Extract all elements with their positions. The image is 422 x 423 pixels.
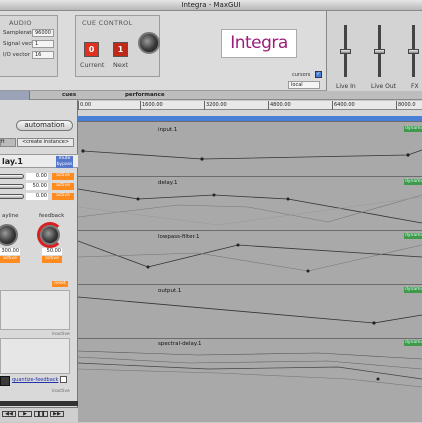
cursors-label: cursors [292,72,311,78]
delaytime-label: ayline [2,213,19,219]
feedback-value[interactable]: 50.00 [42,248,62,255]
current-cue-display[interactable]: 0 [84,42,99,57]
instance-name: lay.1 [2,157,23,166]
ruler-tick: 3200.00 [204,101,227,110]
top-toolbar: AUDIO Samplerate 96000 Signal vector 1 I… [0,11,422,91]
cursors-checkbox[interactable]: ✓ [315,71,322,78]
module-properties-pane: automation ft <create instance> lay.1 mu… [0,100,78,422]
tab-arrange[interactable] [0,91,30,100]
window-title: Integra - MaxGUI [0,0,422,11]
lane-delay[interactable]: delay.1 dynamic [78,176,422,230]
view-tabs: cues performance [0,91,422,100]
instance-header: lay.1 mute bypass [0,154,78,168]
timeline-ruler[interactable]: 0.00 1600.00 3200.00 4800.00 6400.00 800… [78,101,422,110]
feedback-active[interactable]: active [42,256,62,263]
signal-vector-field[interactable]: 1 [32,40,54,48]
ruler-tick: 0.00 [78,101,92,110]
fx-label: FX [411,83,419,90]
current-label: Current [80,61,105,69]
samplerate-field[interactable]: 96000 [32,29,54,37]
next-cue-display[interactable]: 1 [113,42,128,57]
quantize-checkbox[interactable] [60,376,67,383]
inactive-label: inactive [52,389,70,394]
automation-curve [78,188,422,226]
transport-bar: ◀◀ ▶ ❚❚ ▶▶ [0,407,78,422]
active-toggle[interactable]: active [52,183,74,190]
feedback-label: feedback [39,213,65,219]
automation-curve [78,350,422,388]
cue-control-panel: CUE CONTROL 0 1 Current Next [75,15,160,77]
automation-curve [78,240,422,273]
delaytime-value[interactable]: 300.00 [0,248,20,255]
next-label: Next [113,61,129,69]
envelope-box-2 [0,338,70,374]
cue-go-knob-icon[interactable] [138,32,160,54]
delaytime-knob-icon[interactable] [0,224,18,246]
bypass-button[interactable]: bypass [56,162,73,168]
live-in-label: Live In [336,83,356,90]
tab-performance[interactable]: performance [125,91,165,100]
param-value[interactable]: 50.00 [26,183,48,190]
lane-lowpass-filter[interactable]: lowpass-filter.1 dynamic [78,230,422,284]
reset-button[interactable]: reset [52,281,68,287]
automation-curve [81,149,422,161]
rewind-icon[interactable]: ◀◀ [2,411,16,417]
live-in-fader[interactable] [340,49,351,54]
horizontal-scrollbar[interactable] [0,401,78,406]
integra-logo: Integra [221,29,297,58]
param-value[interactable]: 0.00 [26,193,48,200]
create-instance-menu[interactable]: <create instance> [17,138,74,147]
cursors-select[interactable]: local [288,81,320,89]
lane-input[interactable]: input.1 dynamic [78,121,422,176]
cue-control-title: CUE CONTROL [82,19,133,27]
audio-panel: AUDIO Samplerate 96000 Signal vector 1 I… [0,15,58,77]
ruler-tick: 6400.00 [332,101,355,110]
io-vector-field[interactable]: 16 [32,51,54,59]
live-out-fader[interactable] [374,49,385,54]
lane-spectral-delay[interactable]: spectral-delay.1 dynamic [78,338,422,422]
forward-icon[interactable]: ▶▶ [50,411,64,417]
active-toggle[interactable]: active [52,173,74,180]
mixer-panel: Live In Live Out FX [326,11,422,91]
param-slider[interactable] [0,194,24,199]
feedback-knob-icon[interactable] [40,225,60,245]
module-icon [0,376,10,386]
param-value[interactable]: 0.00 [26,173,48,180]
fx-fader[interactable] [408,49,419,54]
ruler-tick: 8000.0 [396,101,416,110]
active-toggle[interactable]: active [52,193,74,200]
param-slider[interactable] [0,184,24,189]
play-icon[interactable]: ▶ [18,411,32,417]
envelope-box [0,290,70,330]
samplerate-label: Samplerate [3,30,35,36]
pause-icon[interactable]: ❚❚ [34,411,48,417]
automation-button[interactable]: automation [16,120,73,131]
instance-menu[interactable]: ft [0,138,16,147]
live-out-label: Live Out [371,83,397,90]
io-vector-label: I/O vector [3,52,30,58]
automation-curve [78,296,422,325]
ruler-tick: 1600.00 [140,101,163,110]
quantize-feedback-link[interactable]: quantize-feedback [12,377,58,383]
param-slider[interactable] [0,174,24,179]
inactive-label: inactive [52,332,70,337]
delaytime-active[interactable]: active [0,256,20,263]
ruler-tick: 4800.00 [268,101,291,110]
lane-output[interactable]: output.1 dynamic [78,284,422,338]
tab-cues[interactable]: cues [62,91,76,100]
audio-title: AUDIO [9,19,32,27]
